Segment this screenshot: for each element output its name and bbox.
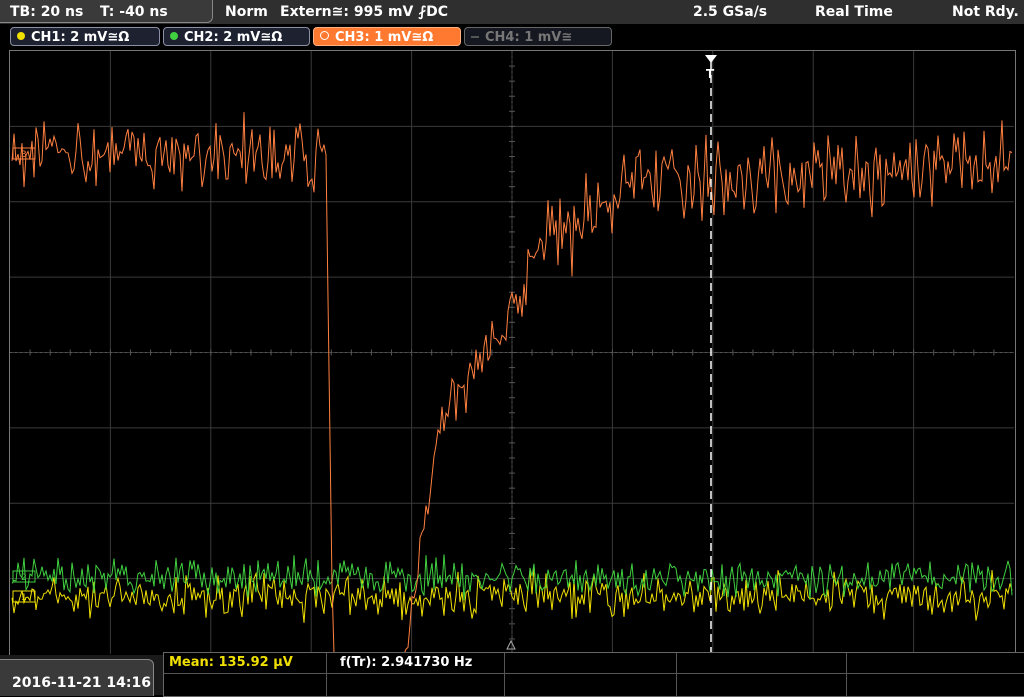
- frequency-measurement[interactable]: f(Tr): 2.941730 Hz: [340, 655, 472, 671]
- measurement-divider: [164, 673, 1024, 674]
- channel-3-offset-marker: 3: [12, 147, 36, 160]
- channel-2-marker-label: 2: [21, 573, 27, 583]
- measurement-divider: [504, 653, 505, 696]
- measurement-divider: [846, 653, 847, 696]
- trigger-offset-icon: [506, 639, 516, 650]
- datetime-label: 2016-11-21 14:16: [12, 675, 151, 691]
- measurement-panel[interactable]: Mean: 135.92 µV f(Tr): 2.941730 Hz: [163, 652, 1024, 697]
- trigger-position-icon: [705, 55, 717, 63]
- channel-1-marker-label: 1: [21, 593, 27, 603]
- channel-3-marker-label: 3: [21, 150, 27, 160]
- mean-measurement[interactable]: Mean: 135.92 µV: [169, 655, 293, 671]
- measurement-divider: [676, 653, 677, 696]
- measurement-divider: [326, 653, 327, 696]
- trigger-marker-label: T: [706, 67, 715, 81]
- waveform-canvas: T 3 2 1: [10, 51, 1014, 655]
